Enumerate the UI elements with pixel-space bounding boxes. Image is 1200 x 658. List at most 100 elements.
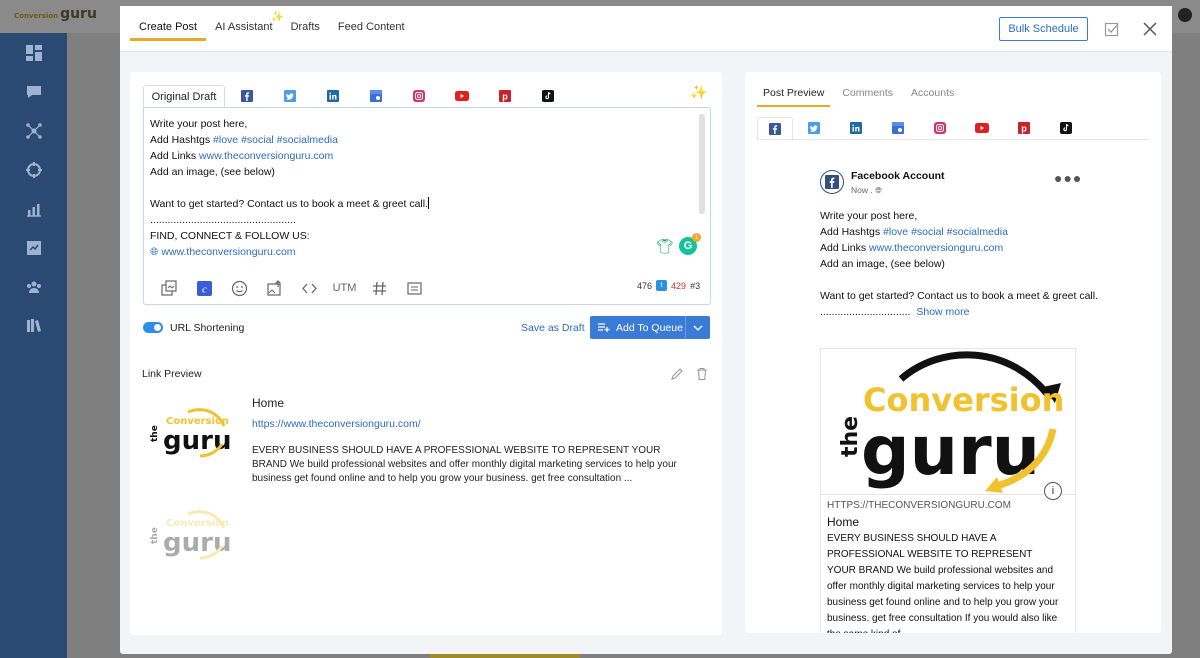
save-draft-button[interactable]: Save as Draft bbox=[521, 322, 585, 334]
url-shortening-toggle[interactable] bbox=[143, 322, 163, 333]
preview-link[interactable]: www.theconversionguru.com bbox=[869, 242, 1003, 254]
tiktok-icon bbox=[1060, 122, 1072, 134]
editor-line: Add Hashtgs #love #social #socialmedia bbox=[150, 132, 690, 148]
preview-tab-google-business[interactable] bbox=[877, 116, 919, 140]
target-icon[interactable] bbox=[0, 150, 67, 189]
preview-tab-twitter[interactable] bbox=[793, 116, 835, 140]
tab-original-draft[interactable]: Original Draft bbox=[143, 85, 225, 108]
ai-sparkle-icon[interactable]: ✨ bbox=[690, 84, 707, 101]
code-icon[interactable] bbox=[292, 276, 327, 300]
preview-tab-pinterest[interactable]: p bbox=[1003, 116, 1045, 140]
modal-tabs: Create Post AI Assistant ✨ Drafts Feed Co… bbox=[130, 6, 414, 52]
tab-pinterest[interactable]: p bbox=[483, 84, 526, 107]
bulk-schedule-button[interactable]: Bulk Schedule bbox=[999, 17, 1088, 41]
link-preview-card[interactable]: the Conversion guru i HTTPS://THECONVERS… bbox=[820, 348, 1076, 633]
canva-icon[interactable]: c bbox=[187, 276, 222, 300]
preview-hashtags[interactable]: #love #social #socialmedia bbox=[883, 226, 1008, 238]
svg-text:the: the bbox=[838, 416, 863, 457]
tiktok-icon bbox=[541, 89, 554, 102]
library-icon[interactable] bbox=[0, 306, 67, 345]
saved-content-icon[interactable] bbox=[397, 276, 432, 300]
tab-drafts[interactable]: Drafts bbox=[282, 6, 329, 52]
editor-line: FIND, CONNECT & FOLLOW US: bbox=[150, 230, 310, 242]
tab-twitter[interactable] bbox=[268, 84, 311, 107]
tab-tiktok[interactable] bbox=[526, 84, 569, 107]
card-image: the Conversion guru i bbox=[821, 349, 1075, 500]
text-caret bbox=[428, 197, 430, 209]
card-title: Home bbox=[827, 515, 860, 529]
instagram-icon bbox=[934, 122, 946, 134]
app-logo[interactable]: Conversion guru bbox=[14, 6, 97, 22]
tab-facebook[interactable] bbox=[225, 84, 268, 107]
analytics-icon[interactable] bbox=[0, 189, 67, 228]
preview-line: Write your post here, bbox=[820, 210, 918, 222]
sidebar bbox=[0, 33, 67, 658]
hashtag-icon[interactable] bbox=[362, 276, 397, 300]
edit-icon[interactable] bbox=[670, 367, 684, 381]
url-shortening-label: URL Shortening bbox=[170, 322, 245, 334]
editor-scrollbar[interactable] bbox=[699, 114, 705, 214]
team-icon[interactable] bbox=[0, 267, 67, 306]
editor-link[interactable]: www.theconversionguru.com bbox=[161, 246, 295, 258]
checkbox-icon[interactable] bbox=[1104, 21, 1120, 37]
reports-icon[interactable] bbox=[0, 228, 67, 267]
svg-text:guru: guru bbox=[163, 426, 230, 456]
svg-text:p: p bbox=[502, 91, 508, 101]
editor-line: Add Links www.theconversionguru.com bbox=[150, 148, 690, 164]
post-time-text: Now . bbox=[851, 185, 873, 195]
tab-create-post[interactable]: Create Post bbox=[130, 6, 207, 52]
emoji-icon[interactable] bbox=[222, 276, 257, 300]
utm-button[interactable]: UTM bbox=[327, 276, 362, 300]
tshirt-icon[interactable]: 👕︎ bbox=[656, 238, 674, 255]
preview-line-text: ............................... bbox=[820, 306, 911, 318]
editor-link[interactable]: www.theconversionguru.com bbox=[199, 150, 333, 162]
tab-accounts[interactable]: Accounts bbox=[905, 82, 960, 104]
preview-line: Add an image, (see below) bbox=[820, 258, 945, 270]
upload-image-icon[interactable] bbox=[257, 276, 292, 300]
tab-linkedin[interactable] bbox=[311, 84, 354, 107]
preview-tab-linkedin[interactable] bbox=[835, 116, 877, 140]
tab-ai-assistant[interactable]: AI Assistant ✨ bbox=[206, 6, 283, 52]
post-text-area[interactable]: Write your post here, Add Hashtgs #love … bbox=[150, 116, 690, 260]
tab-post-preview[interactable]: Post Preview bbox=[757, 82, 831, 107]
messages-icon[interactable] bbox=[0, 72, 67, 111]
chevron-down-icon[interactable] bbox=[685, 316, 710, 339]
hashtag-count: 3 bbox=[695, 280, 701, 291]
hashtags[interactable]: #love #social #socialmedia bbox=[213, 134, 338, 146]
media-library-icon[interactable] bbox=[152, 276, 187, 300]
preview-tab-youtube[interactable] bbox=[961, 116, 1003, 140]
tab-youtube[interactable] bbox=[440, 84, 483, 107]
tab-instagram[interactable] bbox=[397, 84, 440, 107]
tab-ai-assistant-label: AI Assistant bbox=[215, 21, 273, 33]
preview-tab-instagram[interactable] bbox=[919, 116, 961, 140]
dashboard-icon[interactable] bbox=[0, 33, 67, 72]
tab-feed-content[interactable]: Feed Content bbox=[329, 6, 414, 52]
network-icon[interactable] bbox=[0, 111, 67, 150]
tab-comments[interactable]: Comments bbox=[836, 82, 899, 104]
link-thumbnail-alt[interactable]: the Conversion guru bbox=[148, 506, 230, 562]
close-icon[interactable] bbox=[1142, 21, 1158, 37]
help-icon[interactable] bbox=[1178, 8, 1192, 22]
editor-line-text: Want to get started? Contact us to book … bbox=[150, 198, 429, 210]
show-more-link[interactable]: Show more bbox=[916, 306, 969, 318]
link-preview-url[interactable]: https://www.theconversionguru.com/ bbox=[252, 418, 421, 430]
svg-text:guru: guru bbox=[163, 528, 230, 558]
add-to-queue-button[interactable]: Add To Queue bbox=[590, 316, 710, 339]
editor-blank-line bbox=[150, 180, 690, 196]
twitter-icon bbox=[283, 89, 296, 102]
instagram-icon bbox=[412, 89, 425, 102]
link-thumbnail[interactable]: the Conversion guru bbox=[148, 404, 230, 460]
trash-icon[interactable] bbox=[695, 367, 709, 381]
info-icon[interactable]: i bbox=[1044, 482, 1062, 500]
tab-google-business[interactable] bbox=[354, 84, 397, 107]
svg-text:p: p bbox=[1021, 124, 1027, 134]
more-options-icon[interactable]: ●●● bbox=[1054, 170, 1082, 186]
post-editor[interactable]: Write your post here, Add Hashtgs #love … bbox=[143, 107, 711, 305]
preview-line: Add Links www.theconversionguru.com bbox=[820, 240, 1140, 256]
preview-tab-tiktok[interactable] bbox=[1045, 116, 1087, 140]
modal-header: Create Post AI Assistant ✨ Drafts Feed Co… bbox=[120, 6, 1172, 52]
preview-line-text: Add Links bbox=[820, 242, 870, 254]
preview-tab-facebook[interactable] bbox=[757, 117, 793, 141]
editor-network-tabs: Original Draft p bbox=[143, 84, 569, 108]
editor-line-text: Add Links bbox=[150, 150, 200, 162]
